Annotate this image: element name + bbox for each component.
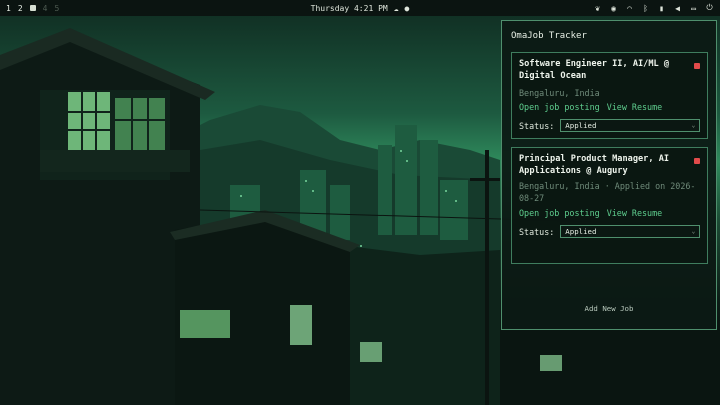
wifi-icon[interactable]: ◠ <box>625 4 634 13</box>
update-icon[interactable]: ● <box>405 4 410 13</box>
status-value: Applied <box>565 227 597 236</box>
leaf-icon[interactable]: ❦ <box>593 4 602 13</box>
workspace-4[interactable]: 4 <box>43 4 48 13</box>
workspace-5[interactable]: 5 <box>54 4 59 13</box>
open-job-posting-link[interactable]: Open job posting <box>519 208 600 218</box>
clock-area[interactable]: Thursday 4:21 PM ☁ ● <box>311 4 410 13</box>
status-value: Applied <box>565 121 597 130</box>
status-label: Status: <box>519 226 555 237</box>
panel-title: OmaJob Tracker <box>511 31 587 41</box>
ghost-icon[interactable]: ◉ <box>609 4 618 13</box>
workspace-switcher: 1 2 4 5 <box>6 4 59 13</box>
status-label: Status: <box>519 120 555 131</box>
job-meta: Bengaluru, India · Applied on 2026-08-27 <box>519 181 696 203</box>
workspace-1[interactable]: 1 <box>6 4 11 13</box>
view-resume-link[interactable]: View Resume <box>607 102 662 112</box>
battery-icon[interactable]: ▮ <box>657 4 666 13</box>
cloud-icon[interactable]: ☁ <box>394 4 399 13</box>
power-icon[interactable]: ⏻ <box>705 3 714 13</box>
job-links: Open job posting View Resume <box>519 208 662 218</box>
open-job-posting-link[interactable]: Open job posting <box>519 102 600 112</box>
job-tracker-panel: OmaJob Tracker Software Engineer II, AI/… <box>501 20 717 330</box>
workspace-2[interactable]: 2 <box>18 4 23 13</box>
delete-job-button[interactable] <box>694 158 700 164</box>
job-title: Software Engineer II, AI/ML @ Digital Oc… <box>519 59 670 81</box>
view-resume-link[interactable]: View Resume <box>607 208 662 218</box>
system-tray: ❦ ◉ ◠ ᛒ ▮ ◀ ▭ ⏻ <box>593 3 714 13</box>
workspace-current-indicator[interactable] <box>29 5 36 11</box>
job-meta: Bengaluru, India <box>519 88 600 98</box>
status-select[interactable]: Applied ⌄ <box>560 119 701 132</box>
job-card: Principal Product Manager, AI Applicatio… <box>511 147 708 264</box>
monitor-icon[interactable]: ▭ <box>689 4 698 13</box>
clock-text[interactable]: Thursday 4:21 PM <box>311 4 388 13</box>
status-select[interactable]: Applied ⌄ <box>560 225 701 238</box>
job-links: Open job posting View Resume <box>519 102 662 112</box>
top-bar: 1 2 4 5 Thursday 4:21 PM ☁ ● ❦ ◉ ◠ ᛒ ▮ ◀… <box>0 0 720 16</box>
status-row: Status: Applied ⌄ <box>519 119 701 132</box>
job-card: Software Engineer II, AI/ML @ Digital Oc… <box>511 52 708 139</box>
chevron-down-icon: ⌄ <box>691 228 696 235</box>
job-title: Principal Product Manager, AI Applicatio… <box>519 154 670 176</box>
chevron-down-icon: ⌄ <box>691 122 696 129</box>
delete-job-button[interactable] <box>694 63 700 69</box>
status-row: Status: Applied ⌄ <box>519 225 701 238</box>
bluetooth-icon[interactable]: ᛒ <box>641 4 650 13</box>
volume-icon[interactable]: ◀ <box>673 4 682 13</box>
add-new-job-button[interactable]: Add New Job <box>502 304 716 313</box>
